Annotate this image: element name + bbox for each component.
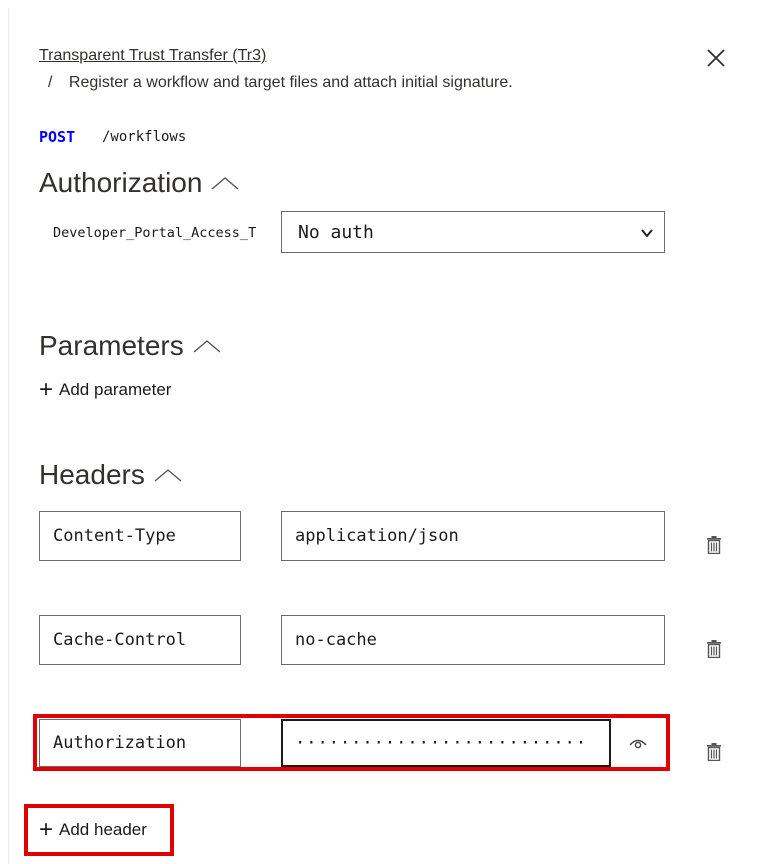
authorization-selected-value: No auth <box>298 221 374 243</box>
authorization-server-label: Developer_Portal_Access_T <box>53 225 257 241</box>
request-path: /workflows <box>102 129 187 145</box>
header-value-input[interactable]: no-cache <box>281 615 665 665</box>
chevron-up-icon[interactable] <box>210 175 240 191</box>
add-parameter-button[interactable]: + Add parameter <box>39 378 171 402</box>
authorization-section-title[interactable]: Authorization <box>39 167 240 199</box>
close-icon <box>707 49 725 67</box>
header-value-input[interactable]: application/json <box>281 511 665 561</box>
plus-icon: + <box>39 816 54 843</box>
http-method: POST <box>39 128 76 146</box>
header-secret-value-input[interactable]: ·························· <box>281 719 611 767</box>
plus-icon: + <box>39 376 54 403</box>
operation-description: Register a workflow and target files and… <box>68 74 513 91</box>
trash-icon[interactable] <box>706 536 722 554</box>
trash-icon[interactable] <box>706 743 722 761</box>
breadcrumb-separator: / <box>48 74 53 91</box>
add-header-button[interactable]: + Add header <box>39 818 147 842</box>
chevron-down-icon <box>641 229 653 238</box>
header-name-input[interactable]: Content-Type <box>39 511 241 561</box>
parameters-section-title[interactable]: Parameters <box>39 330 222 362</box>
add-header-label: Add header <box>59 820 147 839</box>
authorization-select[interactable]: No auth <box>281 211 665 253</box>
reveal-value-button[interactable] <box>611 720 665 766</box>
header-name-input[interactable]: Authorization <box>39 719 241 767</box>
chevron-up-icon[interactable] <box>192 338 222 354</box>
parameters-title: Parameters <box>39 330 184 361</box>
close-button[interactable] <box>700 42 732 74</box>
api-name-link[interactable]: Transparent Trust Transfer (Tr3) <box>39 47 266 65</box>
header-name-input[interactable]: Cache-Control <box>39 615 241 665</box>
add-parameter-label: Add parameter <box>59 380 172 399</box>
breadcrumb: / Register a workflow and target files a… <box>48 74 513 92</box>
eye-icon <box>629 739 647 749</box>
headers-title: Headers <box>39 459 145 490</box>
headers-section-title[interactable]: Headers <box>39 459 183 491</box>
trash-icon[interactable] <box>706 640 722 658</box>
authorization-title: Authorization <box>39 167 203 198</box>
chevron-up-icon[interactable] <box>153 467 183 483</box>
masked-value: ·························· <box>295 733 588 753</box>
